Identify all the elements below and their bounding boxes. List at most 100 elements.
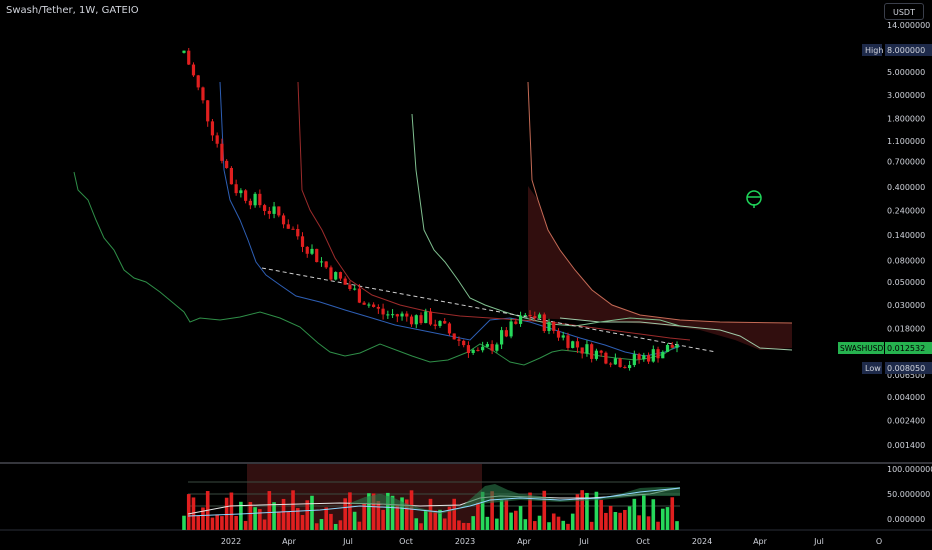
oscillator-bar bbox=[651, 499, 656, 530]
candle-body bbox=[300, 236, 305, 247]
candle-body bbox=[580, 347, 584, 354]
oscillator-bar bbox=[495, 518, 499, 530]
candle-body bbox=[476, 349, 480, 351]
oscillator-bar bbox=[248, 502, 253, 530]
oscillator-bar bbox=[267, 491, 272, 530]
candle-body bbox=[637, 354, 641, 360]
candle-body bbox=[386, 314, 390, 316]
candle-body bbox=[234, 184, 238, 194]
candle-body bbox=[509, 321, 513, 337]
oscillator-bar bbox=[457, 520, 461, 530]
candle-body bbox=[433, 324, 437, 326]
candle-body bbox=[210, 121, 215, 136]
candle-body bbox=[277, 206, 281, 216]
candle-body bbox=[599, 350, 603, 353]
oscillator-bar bbox=[623, 509, 627, 530]
low-value: 0.008050 bbox=[887, 364, 925, 373]
candle-body bbox=[566, 335, 570, 348]
oscillator-bar bbox=[262, 519, 267, 530]
symbol-value: 0.012532 bbox=[887, 344, 925, 353]
oscillator-bar bbox=[461, 522, 466, 530]
price-tick-label: 0.030000 bbox=[887, 301, 925, 310]
oscillator-bar bbox=[357, 521, 362, 530]
time-tick-label: 2024 bbox=[692, 537, 712, 546]
candle-body bbox=[523, 315, 527, 317]
price-tick-label: 1.800000 bbox=[887, 115, 925, 124]
price-tick-label: 14.000000 bbox=[887, 21, 930, 30]
oscillator-bar bbox=[215, 514, 219, 530]
candle-body bbox=[490, 344, 494, 351]
time-tick-label: Oct bbox=[636, 537, 650, 546]
oscillator-bar bbox=[286, 511, 291, 530]
low-label: Low bbox=[865, 364, 881, 373]
oscillator-bar bbox=[514, 510, 518, 530]
candle-body bbox=[575, 341, 580, 348]
candle-body bbox=[281, 215, 286, 225]
candle-body bbox=[609, 363, 613, 365]
oscillator-bar bbox=[224, 497, 229, 530]
candle-body bbox=[670, 344, 674, 348]
high-value: 8.000000 bbox=[887, 46, 925, 55]
candle-body bbox=[376, 306, 380, 309]
oscillator-bar bbox=[191, 497, 196, 530]
candle-body bbox=[424, 311, 428, 324]
candle-body bbox=[561, 335, 565, 338]
high-label: High bbox=[865, 46, 883, 55]
oscillator-bar bbox=[551, 513, 556, 530]
candle-body bbox=[594, 350, 599, 359]
candle-body bbox=[537, 314, 542, 319]
oscillator-bar bbox=[466, 523, 471, 530]
candle-body bbox=[642, 355, 646, 360]
candle-body bbox=[627, 365, 632, 369]
candle-body bbox=[613, 358, 617, 365]
oscillator-bar bbox=[518, 506, 523, 530]
oscillator-bar bbox=[537, 515, 542, 530]
candle-body bbox=[452, 333, 456, 340]
candle-body bbox=[319, 261, 324, 263]
candle-body bbox=[514, 321, 518, 324]
oscillator-bar bbox=[220, 516, 224, 530]
price-chart[interactable]: 14.000000 5.000000 3.000000 1.800000 1.10000… bbox=[0, 0, 932, 550]
candle-body bbox=[414, 315, 418, 325]
price-tick-label: 1.100000 bbox=[887, 137, 925, 146]
oscillator-bar bbox=[618, 512, 622, 530]
oscillator-bar bbox=[580, 490, 584, 530]
candle-body bbox=[225, 160, 229, 168]
candle-body bbox=[409, 316, 414, 325]
oscillator-bar bbox=[414, 518, 419, 530]
candle-body bbox=[215, 135, 219, 144]
candle-body bbox=[310, 248, 314, 254]
price-tick-label: 0.001400 bbox=[887, 441, 925, 450]
oscillator-bar bbox=[300, 515, 305, 530]
oscillator-tick-label: 100.000000 bbox=[887, 465, 932, 474]
oscillator-bar bbox=[476, 502, 480, 530]
price-axis[interactable]: 14.000000 5.000000 3.000000 1.800000 1.10000… bbox=[887, 21, 930, 450]
time-axis[interactable]: 2022 Apr Jul Oct 2023 Apr Jul Oct 2024 Apr Jul O bbox=[221, 537, 882, 546]
oscillator-bar bbox=[277, 511, 281, 530]
price-tick-label: 0.140000 bbox=[887, 231, 925, 240]
trendline[interactable] bbox=[261, 267, 717, 353]
oscillator-bar bbox=[305, 500, 310, 530]
price-tick-label: 0.400000 bbox=[887, 183, 925, 192]
hand-drawn-marker[interactable] bbox=[746, 190, 762, 206]
price-tick-label: 0.018000 bbox=[887, 325, 925, 334]
candle-body bbox=[485, 344, 489, 347]
oscillator-bar bbox=[656, 521, 660, 530]
candle-body bbox=[590, 344, 594, 359]
candle-body bbox=[632, 354, 636, 366]
oscillator-bar bbox=[532, 521, 537, 530]
oscillator-bar bbox=[291, 490, 295, 530]
oscillator-bar bbox=[433, 510, 438, 530]
oscillator-bar bbox=[660, 508, 665, 530]
candle-body bbox=[272, 206, 276, 214]
candle-body bbox=[182, 50, 186, 53]
candle-body bbox=[248, 200, 252, 206]
oscillator-bar bbox=[632, 498, 637, 530]
oscillator-bar bbox=[352, 511, 357, 530]
oscillator-bar bbox=[324, 507, 329, 530]
candle-body bbox=[220, 143, 224, 161]
candle-body bbox=[481, 346, 485, 351]
candle-body bbox=[571, 341, 575, 348]
oscillator-bar bbox=[272, 502, 276, 530]
oscillator-axis[interactable]: 100.000000 50.000000 0.000000 bbox=[887, 465, 932, 524]
